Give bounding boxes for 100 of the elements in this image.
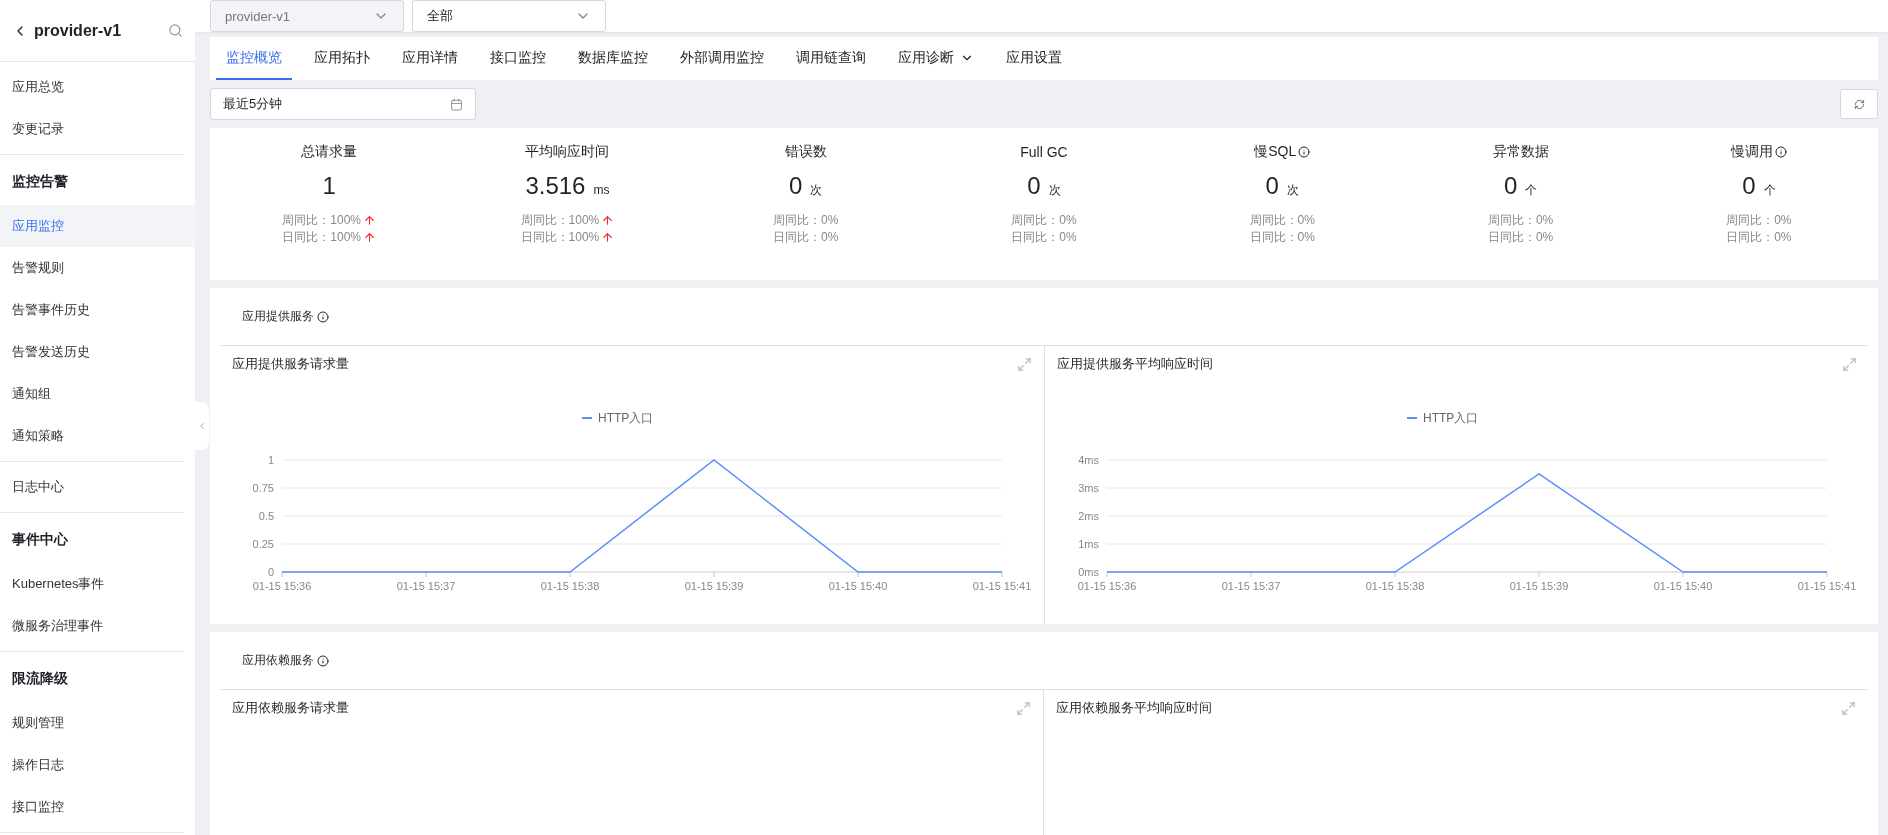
x-axis-label: 01-15 15:41 (1797, 580, 1857, 592)
x-axis-label: 01-15 15:37 (1221, 580, 1281, 592)
y-axis-label: 0.25 (252, 538, 274, 550)
day-comparison: 日同比：0% (1726, 229, 1792, 246)
app-title: provider-v1 (34, 21, 123, 40)
stat-unit: 个 (1525, 182, 1538, 199)
up-arrow-icon (601, 231, 615, 244)
week-comparison: 周同比：0% (1011, 212, 1077, 229)
sidebar-heading: 限流降级 (11, 669, 69, 688)
x-axis-label: 01-15 15:41 (972, 580, 1032, 592)
y-axis-label: 0 (267, 566, 274, 578)
day-comparison: 日同比：100% (520, 229, 600, 246)
info-icon[interactable] (1774, 146, 1787, 158)
tab[interactable]: 调用链查询 (786, 37, 876, 80)
expand-icon[interactable] (1017, 356, 1032, 372)
x-axis-label: 01-15 15:39 (1509, 580, 1569, 592)
y-axis-label: 0ms (1078, 566, 1099, 578)
x-axis-label: 01-15 15:39 (684, 580, 744, 592)
tab[interactable]: 应用详情 (392, 37, 468, 80)
refresh-button[interactable] (1840, 89, 1878, 119)
stat-title: 异常数据 (1492, 143, 1549, 161)
day-comparison: 日同比：0% (1487, 229, 1554, 246)
stat-title: 错误数 (784, 143, 827, 161)
sidebar-item[interactable]: 日志中心 (0, 466, 195, 508)
week-comparison: 周同比：100% (520, 212, 600, 229)
stat-value: 0 (1265, 172, 1279, 200)
week-comparison: 周同比：0% (1249, 212, 1315, 229)
refresh-icon (1853, 98, 1865, 110)
stat-unit: 次 (1286, 182, 1299, 199)
stat-unit: ms (593, 183, 610, 197)
sidebar-item[interactable]: 接口监控 (0, 786, 195, 828)
stat-value: 0 (1027, 172, 1041, 200)
stat-unit: 个 (1763, 182, 1776, 199)
tab[interactable]: 应用拓扑 (304, 37, 380, 80)
sidebar-item[interactable]: 告警发送历史 (0, 331, 195, 373)
sidebar-item[interactable]: 应用总览 (0, 66, 195, 108)
tab[interactable]: 应用诊断 (888, 37, 984, 80)
up-arrow-icon (363, 231, 376, 244)
y-axis-label: 0.5 (258, 510, 274, 522)
sidebar-heading: 监控告警 (11, 172, 69, 191)
y-axis-label: 1ms (1078, 538, 1099, 550)
chart-legend[interactable]: HTTP入口 (1406, 411, 1479, 425)
sidebar-item[interactable]: Kubernetes事件 (0, 563, 195, 605)
stat-unit: 次 (810, 182, 823, 199)
section-title: 应用提供服务 (242, 308, 314, 325)
day-comparison: 日同比：100% (282, 229, 361, 246)
sidebar-item[interactable]: 通知策略 (0, 415, 195, 457)
stat-unit: 次 (1048, 182, 1061, 199)
x-axis-label: 01-15 15:37 (396, 580, 456, 592)
info-icon[interactable] (317, 310, 329, 323)
day-comparison: 日同比：0% (1249, 229, 1315, 246)
expand-icon[interactable] (1016, 700, 1031, 716)
legend-label: HTTP入口 (1423, 411, 1479, 425)
info-icon[interactable] (317, 654, 329, 667)
calendar-icon (450, 97, 463, 111)
tab[interactable]: 外部调用监控 (670, 37, 774, 80)
info-icon[interactable] (1298, 146, 1311, 158)
sidebar-item[interactable]: 操作日志 (0, 744, 195, 786)
time-range-field[interactable]: 最近5分钟 (210, 88, 476, 120)
sidebar-item[interactable]: 通知组 (0, 373, 195, 415)
stat-value: 0 (1503, 172, 1518, 200)
y-axis-label: 4ms (1078, 454, 1099, 466)
x-axis-label: 01-15 15:40 (828, 580, 888, 592)
sidebar-heading: 事件中心 (11, 530, 69, 549)
up-arrow-icon (363, 214, 376, 227)
tab[interactable]: 监控概览 (216, 37, 292, 80)
chart-legend[interactable]: HTTP入口 (581, 411, 654, 425)
sidebar-item[interactable]: 告警规则 (0, 247, 195, 289)
chart-title: 应用提供服务请求量 (232, 355, 349, 373)
stat-title: 总请求量 (301, 143, 358, 161)
week-comparison: 周同比：100% (282, 212, 361, 229)
chart-title: 应用依赖服务平均响应时间 (1056, 699, 1212, 717)
x-axis-label: 01-15 15:36 (252, 580, 312, 592)
collapse-handle[interactable] (195, 402, 209, 450)
y-axis-label: 0.75 (252, 482, 274, 494)
chart-title: 应用依赖服务请求量 (232, 699, 349, 717)
y-axis-label: 3ms (1078, 482, 1099, 494)
week-comparison: 周同比：0% (1726, 212, 1792, 229)
expand-icon[interactable] (1842, 356, 1857, 372)
tab[interactable]: 应用设置 (996, 37, 1072, 80)
y-axis-label: 1 (267, 454, 274, 466)
sidebar-item[interactable]: 微服务治理事件 (0, 605, 195, 647)
x-axis-label: 01-15 15:36 (1077, 580, 1137, 592)
sidebar-item[interactable]: 应用监控 (0, 205, 195, 247)
select-field[interactable]: 全部 (412, 0, 606, 32)
search-icon[interactable] (168, 23, 183, 38)
day-comparison: 日同比：0% (1011, 229, 1077, 246)
stat-value: 0 (1742, 172, 1756, 200)
stat-title: Full GC (1020, 144, 1068, 160)
expand-icon[interactable] (1841, 700, 1856, 716)
sidebar-item[interactable]: 变更记录 (0, 108, 195, 150)
week-comparison: 周同比：0% (1487, 212, 1554, 229)
stat-title: 平均响应时间 (525, 143, 610, 161)
day-comparison: 日同比：0% (773, 229, 839, 246)
section-title: 应用依赖服务 (242, 652, 314, 669)
sidebar-item[interactable]: 规则管理 (0, 702, 195, 744)
x-axis-label: 01-15 15:40 (1653, 580, 1713, 592)
tab[interactable]: 数据库监控 (568, 37, 658, 80)
tab[interactable]: 接口监控 (480, 37, 556, 80)
sidebar-item[interactable]: 告警事件历史 (0, 289, 195, 331)
